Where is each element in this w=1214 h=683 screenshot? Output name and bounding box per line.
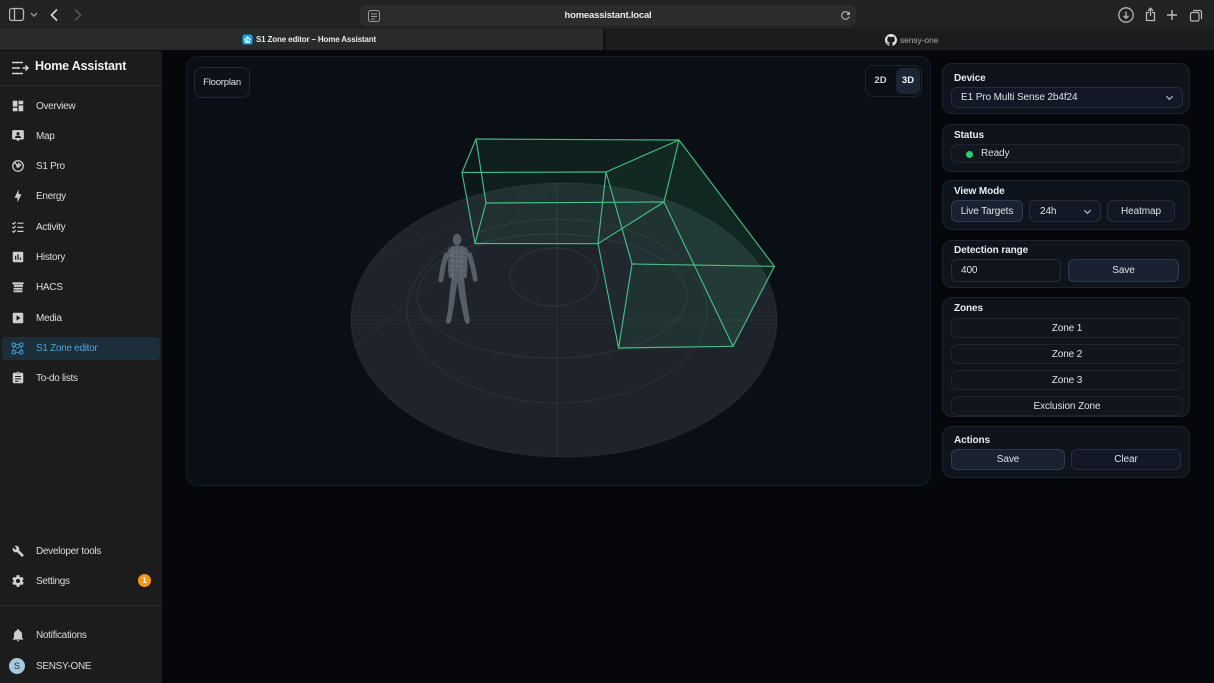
svg-text:HACS: HACS	[14, 288, 22, 292]
